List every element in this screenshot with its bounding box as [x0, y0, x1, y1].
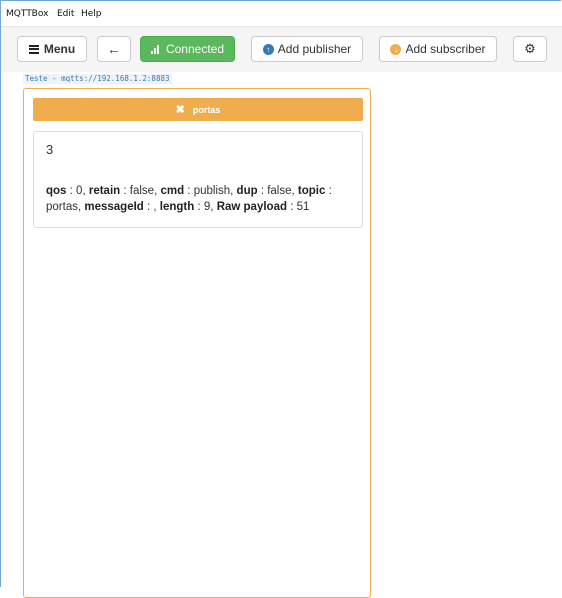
- close-icon: ✖: [175, 104, 185, 116]
- arrow-down-circle-icon: ↓: [390, 43, 402, 55]
- meta-key: Raw payload: [216, 201, 287, 213]
- add-subscriber-button[interactable]: ↓ Add subscriber: [379, 36, 497, 62]
- meta-value: portas: [46, 201, 78, 213]
- add-publisher-button[interactable]: ↑ Add publisher: [251, 36, 363, 62]
- topic-name: portas: [192, 104, 221, 115]
- meta-key: dup: [236, 185, 258, 197]
- arrow-left-icon: ←: [107, 41, 121, 57]
- meta-key: qos: [46, 185, 67, 197]
- connected-button[interactable]: Connected: [140, 36, 235, 62]
- meta-value: 0: [76, 185, 83, 197]
- message-metadata: qos : 0, retain : false, cmd : publish, …: [46, 185, 332, 213]
- meta-value: 9: [203, 201, 211, 213]
- meta-key: messageId: [84, 201, 144, 213]
- menu-button[interactable]: Menu: [17, 36, 87, 62]
- settings-button[interactable]: ⚙: [513, 36, 547, 62]
- menubar: MQTTBox Edit Help: [1, 1, 562, 27]
- connected-label: Connected: [165, 42, 225, 56]
- message-card: 3 qos : 0, retain : false, cmd : publish…: [33, 131, 363, 228]
- meta-key: topic: [297, 185, 326, 197]
- add-publisher-label: Add publisher: [277, 42, 352, 56]
- menu-button-label: Menu: [43, 42, 76, 56]
- add-subscriber-label: Add subscriber: [405, 42, 486, 56]
- hamburger-icon: [28, 44, 39, 54]
- unsubscribe-topic-button[interactable]: ✖ portas: [33, 98, 363, 121]
- meta-key: length: [159, 201, 195, 213]
- arrow-up-circle-icon: ↑: [262, 43, 274, 55]
- meta-value: false: [129, 185, 155, 197]
- menu-help[interactable]: Help: [81, 9, 102, 19]
- back-button[interactable]: ←: [97, 36, 131, 62]
- message-payload: 3: [46, 142, 54, 157]
- meta-key: retain: [88, 185, 121, 197]
- gear-icon: ⚙: [524, 41, 536, 56]
- toolbar: Menu ← Connected ↑ Add publisher ↓ Add s…: [1, 27, 562, 72]
- subscriber-panel: ✖ portas 3 qos : 0, retain : false, cmd …: [23, 88, 371, 598]
- meta-key: cmd: [160, 185, 185, 197]
- menu-edit[interactable]: Edit: [57, 9, 74, 19]
- meta-value: false: [267, 185, 292, 197]
- meta-value: 51: [296, 201, 310, 213]
- connection-label: Teste - mqtts://192.168.1.2:8883: [23, 74, 172, 84]
- signal-icon: [150, 45, 159, 54]
- meta-value: publish: [193, 185, 231, 197]
- menu-mqttbox[interactable]: MQTTBox: [6, 9, 48, 19]
